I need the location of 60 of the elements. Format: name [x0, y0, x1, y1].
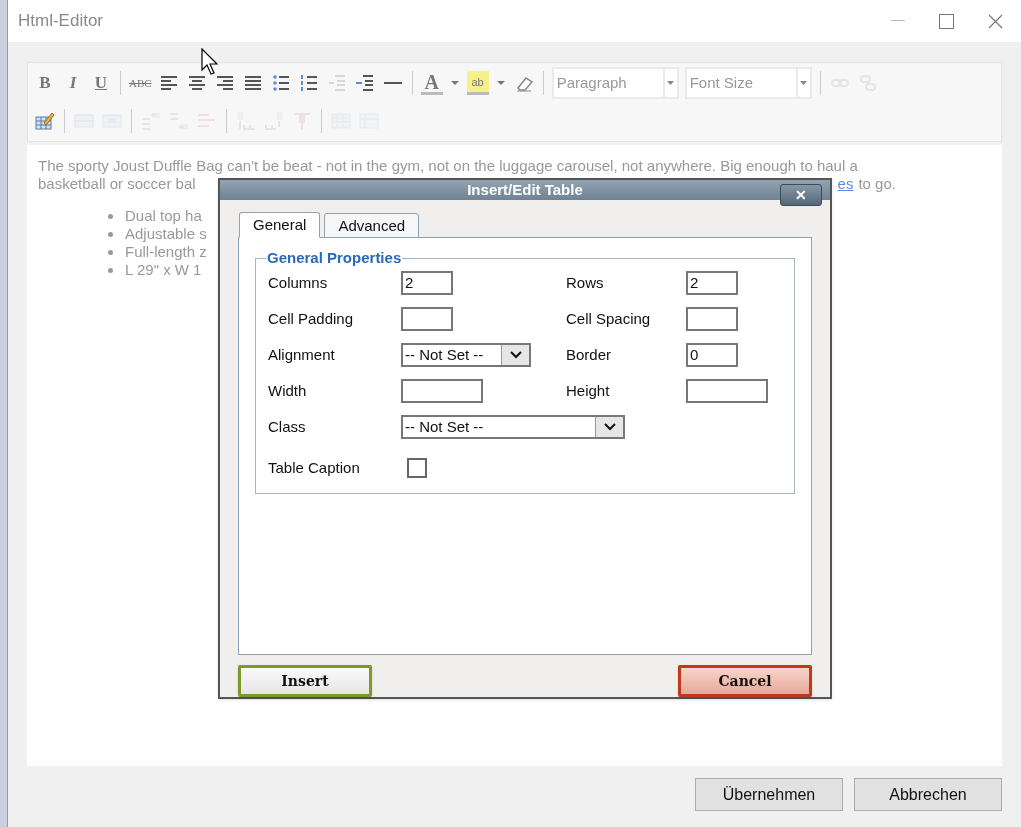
- bullet-icon: [108, 213, 113, 219]
- dropdown[interactable]: -- Not Set --: [401, 415, 625, 439]
- strikethrough-button[interactable]: ABC: [129, 71, 152, 95]
- dropdown[interactable]: -- Not Set --: [401, 343, 531, 367]
- list-item-text: Full-length z: [125, 243, 207, 261]
- list-item-text: Adjustable s: [125, 225, 207, 243]
- field-label: Border: [566, 346, 613, 364]
- tab[interactable]: Advanced: [324, 213, 420, 238]
- input-field[interactable]: [686, 379, 768, 403]
- indent-icon[interactable]: [353, 72, 376, 94]
- cancel-button[interactable]: Cancel: [678, 665, 812, 697]
- dropdown-value: -- Not Set --: [404, 418, 484, 436]
- group-title: General Properties: [266, 249, 403, 267]
- insert-button[interactable]: Insert: [238, 665, 372, 697]
- close-icon[interactable]: [988, 13, 1003, 29]
- paragraph-text: basketball or soccer bal: [38, 175, 196, 193]
- field-label: Cell Spacing: [566, 310, 652, 328]
- underline-button[interactable]: U: [90, 71, 112, 95]
- caret-icon: [667, 81, 675, 85]
- tab[interactable]: General: [239, 212, 321, 238]
- field-label: Class: [268, 418, 307, 436]
- chevron-down-icon: [603, 423, 616, 431]
- field-label: Alignment: [268, 346, 336, 364]
- dialog-title: Insert/Edit Table: [467, 181, 583, 199]
- bullet-icon: [108, 267, 113, 273]
- window-title: Html-Editor: [18, 10, 103, 33]
- field-label: Cell Padding: [268, 310, 355, 328]
- apply-button[interactable]: Übernehmen: [695, 778, 843, 811]
- input-field[interactable]: 2: [401, 271, 453, 295]
- field-label: Width: [268, 382, 308, 400]
- maximize-icon[interactable]: [939, 13, 954, 29]
- editor-area[interactable]: [27, 145, 1002, 766]
- table-pencil-icon[interactable]: [34, 110, 56, 132]
- input-field[interactable]: [401, 379, 483, 403]
- dropdown-value: Paragraph: [555, 72, 627, 93]
- input-field[interactable]: [401, 307, 453, 331]
- italic-button[interactable]: I: [62, 71, 84, 95]
- highlight-button[interactable]: ab: [466, 71, 489, 95]
- cancel-button[interactable]: Abbrechen: [854, 778, 1002, 811]
- bold-button[interactable]: B: [34, 71, 56, 95]
- dropdown-value: -- Not Set --: [404, 346, 484, 364]
- chevron-down-icon: [509, 351, 522, 359]
- field-label: Rows: [566, 274, 605, 292]
- close-button[interactable]: ✕: [780, 184, 822, 206]
- checkbox[interactable]: [407, 458, 427, 478]
- field-label: Columns: [268, 274, 329, 292]
- paragraph-text: to go.: [858, 175, 896, 193]
- bullet-icon: [108, 249, 113, 255]
- bullet-icon: [108, 231, 113, 237]
- caret-icon: [800, 81, 808, 85]
- input-field[interactable]: [686, 307, 738, 331]
- list-item-text: Dual top ha: [125, 207, 202, 225]
- input-field[interactable]: 0: [686, 343, 738, 367]
- paragraph-text: The sporty Joust Duffle Bag can't be beat - not in the gym, not on the luggage carousel, not anywhere. Big enough to haul a: [38, 157, 859, 175]
- field-label: Table Caption: [268, 459, 361, 477]
- font-color-button[interactable]: A: [420, 71, 443, 95]
- field-label: Height: [566, 382, 611, 400]
- list-item-text: L 29" x W 1: [125, 261, 202, 279]
- input-field[interactable]: 2: [686, 271, 738, 295]
- dropdown-value: Font Size: [688, 72, 753, 93]
